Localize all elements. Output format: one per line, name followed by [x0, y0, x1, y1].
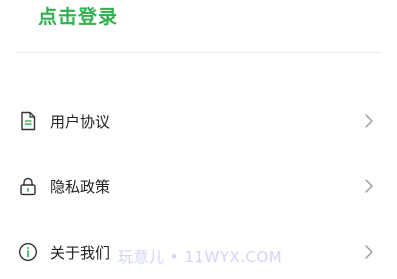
divider — [16, 52, 381, 53]
chevron-right-icon — [363, 178, 375, 194]
menu-item-privacy-policy[interactable]: 隐私政策 — [0, 166, 397, 206]
chevron-right-icon — [363, 244, 375, 260]
chevron-right-icon — [363, 113, 375, 129]
menu-item-user-agreement[interactable]: 用户协议 — [0, 101, 397, 141]
login-link[interactable]: 点击登录 — [38, 0, 118, 30]
info-icon — [18, 242, 38, 262]
menu-item-label: 用户协议 — [50, 112, 111, 131]
menu-item-about-us[interactable]: 关于我们 — [0, 232, 397, 272]
document-icon — [18, 111, 38, 131]
lock-icon — [18, 176, 38, 196]
menu-item-label: 关于我们 — [50, 243, 111, 262]
menu-item-label: 隐私政策 — [50, 177, 111, 196]
